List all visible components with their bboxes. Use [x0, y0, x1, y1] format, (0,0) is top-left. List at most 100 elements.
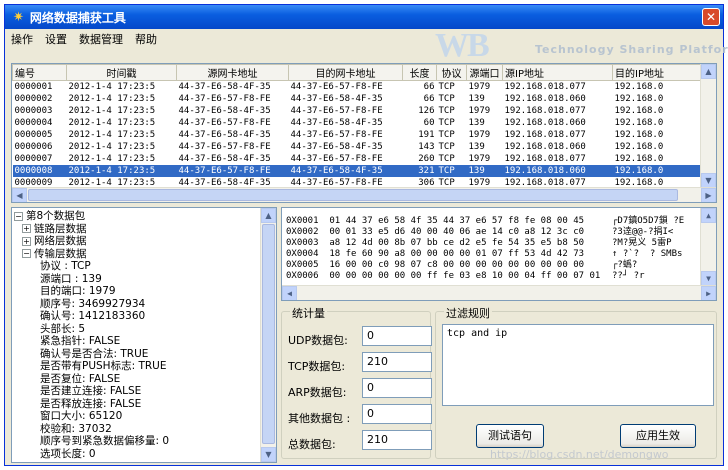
col-header-length[interactable]: 长度 — [402, 64, 437, 81]
table-row[interactable]: 0000003 2012-1-4 17:23:5 44-37-E6-58-4F-35… — [13, 105, 703, 117]
table-row[interactable]: 0000004 2012-1-4 17:23:5 44-37-E6-57-F8-FE… — [13, 117, 703, 129]
col-header-src-port[interactable]: 源端口 — [466, 64, 503, 81]
tree-node[interactable]: 是否释放连接: FALSE — [40, 398, 141, 411]
menu-help[interactable]: 帮助 — [135, 31, 157, 47]
apply-button[interactable]: 应用生效 — [620, 424, 696, 448]
tcp-count-field: 210 — [362, 352, 432, 372]
menu-operate[interactable]: 操作 — [11, 31, 33, 47]
scroll-right-arrow-icon[interactable]: ▶ — [701, 188, 716, 202]
tree-node-label: 源端口 : 139 — [40, 272, 102, 285]
tree-node[interactable]: 紧急指针: FALSE — [40, 335, 120, 348]
hex-offset: 0X0001 — [286, 216, 319, 226]
col-header-src-mac[interactable]: 源网卡地址 — [176, 64, 289, 81]
col-header-dst-mac[interactable]: 目的网卡地址 — [288, 64, 403, 81]
scroll-down-arrow-icon[interactable]: ▼ — [701, 173, 716, 188]
table-cell: TCP — [438, 153, 455, 164]
expand-icon[interactable]: + — [22, 224, 31, 233]
collapse-icon[interactable]: − — [14, 211, 23, 221]
hex-scroll-up-arrow-icon[interactable]: ▲ — [701, 208, 716, 223]
scroll-up-arrow-icon[interactable]: ▲ — [701, 64, 716, 79]
tree-node[interactable]: − 传输层数据 — [22, 248, 87, 261]
tree-node[interactable]: 确认号: 1412183360 — [40, 310, 145, 323]
tree-node[interactable]: 顺序号到紧急数据偏移量: 0 — [40, 435, 169, 448]
tree-node[interactable]: 源端口 : 139 — [40, 273, 102, 286]
menu-settings[interactable]: 设置 — [45, 31, 67, 47]
tree-node[interactable]: 窗口大小: 65120 — [40, 410, 122, 423]
tree-node[interactable]: + 链路层数据 — [22, 223, 87, 236]
table-cell: 192.168.018.060 — [504, 117, 586, 128]
tree-node[interactable]: 顺序号: 3469927934 — [40, 298, 145, 311]
col-header-id[interactable]: 编号 — [12, 64, 67, 81]
tree-scroll-up-arrow-icon[interactable]: ▲ — [261, 208, 276, 223]
col-header-dst-ip[interactable]: 目的IP地址 — [612, 64, 703, 81]
table-cell: 0000002 — [14, 93, 53, 104]
table-row[interactable]: 0000007 2012-1-4 17:23:5 44-37-E6-58-4F-35… — [13, 153, 703, 165]
table-cell: 1979 — [468, 105, 491, 116]
table-cell: 44-37-E6-57-F8-FE — [178, 141, 271, 152]
tree-node[interactable]: 是否复位: FALSE — [40, 373, 120, 386]
total-count-label: 总数据包: — [288, 438, 336, 451]
tree-node[interactable]: 是否带有PUSH标志: TRUE — [40, 360, 166, 373]
tree-node[interactable]: 头部长: 5 — [40, 323, 85, 336]
title-bar[interactable]: ✷ 网络数据捕获工具 ✕ — [5, 5, 723, 29]
table-vertical-scrollbar[interactable]: ▲ ▼ — [700, 64, 716, 188]
hex-scroll-down-arrow-icon[interactable]: ▼ — [701, 271, 716, 286]
table-horizontal-scrollbar[interactable]: ◀ ▶ — [12, 187, 716, 202]
hex-vertical-scrollbar[interactable]: ▲ ▼ — [700, 208, 716, 286]
table-row[interactable]: 0000001 2012-1-4 17:23:5 44-37-E6-58-4F-35… — [13, 81, 703, 93]
table-cell: 2012-1-4 17:23:5 — [68, 129, 156, 140]
filter-rule-input[interactable]: tcp and ip — [442, 324, 714, 406]
tree-node-label: 头部长: 5 — [40, 322, 86, 335]
table-cell: 0000001 — [14, 81, 53, 92]
test-statement-button[interactable]: 测试语句 — [476, 424, 544, 448]
col-header-timestamp[interactable]: 时间戳 — [66, 64, 177, 81]
tree-node-label: 顺序号: 3469927934 — [40, 297, 146, 310]
hex-scroll-left-arrow-icon[interactable]: ◀ — [282, 286, 297, 300]
tree-node-label: 传输层数据 — [34, 247, 87, 260]
table-cell: 192.168.018.077 — [504, 153, 586, 164]
scroll-left-arrow-icon[interactable]: ◀ — [12, 188, 27, 202]
table-cell: 44-37-E6-58-4F-35 — [290, 93, 383, 104]
tree-node-label: 网络层数据 — [34, 235, 87, 247]
tree-scroll-down-arrow-icon[interactable]: ▼ — [261, 447, 276, 462]
tree-node[interactable]: 选项长度: 0 — [40, 448, 96, 461]
table-row[interactable]: 0000002 2012-1-4 17:23:5 44-37-E6-57-F8-FE… — [13, 93, 703, 105]
tree-vertical-scrollbar[interactable]: ▲ ▼ — [260, 208, 276, 462]
tree-node[interactable]: 确认号是否合法: TRUE — [40, 348, 148, 361]
hex-bytes: 00 00 00 00 00 00 ff fe 03 e8 10 00 04 f… — [329, 271, 601, 281]
table-row[interactable]: 0000008 2012-1-4 17:23:5 44-37-E6-57-F8-FE… — [12, 164, 703, 177]
close-button[interactable]: ✕ — [702, 8, 720, 26]
table-cell: TCP — [438, 105, 455, 116]
table-cell: TCP — [438, 93, 455, 104]
footer-watermark: https://blog.csdn.net/demongwo — [490, 448, 669, 461]
stats-group: 统计量 UDP数据包: 0 TCP数据包: 210 ARP数据包: 0 其他数据… — [281, 305, 432, 459]
hex-scroll-right-arrow-icon[interactable]: ▶ — [701, 286, 716, 300]
horizontal-scroll-thumb[interactable] — [28, 189, 678, 201]
col-header-protocol[interactable]: 协议 — [436, 64, 467, 81]
col-header-src-ip[interactable]: 源IP地址 — [502, 64, 613, 81]
table-cell: 192.168.0 — [612, 164, 703, 177]
hex-horizontal-scrollbar[interactable]: ◀ ▶ — [282, 285, 716, 300]
table-row[interactable]: 0000006 2012-1-4 17:23:5 44-37-E6-57-F8-FE… — [13, 141, 703, 153]
table-cell: 44-37-E6-57-F8-FE — [290, 81, 383, 92]
tree-node[interactable]: 协议 : TCP — [40, 260, 91, 273]
collapse-icon[interactable]: − — [22, 249, 31, 258]
menu-data-management[interactable]: 数据管理 — [79, 31, 123, 47]
tree-node[interactable]: 是否建立连接: FALSE — [40, 385, 141, 398]
filter-group: 过滤规则 tcp and ip 测试语句 应用生效 — [435, 305, 717, 459]
tree-node[interactable]: − 第8个数据包 — [14, 210, 85, 223]
table-cell: 2012-1-4 17:23:5 — [68, 93, 156, 104]
table-cell: 1979 — [468, 81, 491, 92]
expand-icon[interactable]: + — [22, 236, 31, 246]
table-cell: 192.168.018.060 — [504, 93, 586, 104]
tree-scroll-thumb[interactable] — [262, 224, 275, 444]
arp-count-field: 0 — [362, 378, 432, 398]
table-row[interactable]: 0000005 2012-1-4 17:23:5 44-37-E6-58-4F-35… — [13, 129, 703, 141]
hex-row: 0X0001 01 44 37 e6 58 4f 35 44 37 e6 57 … — [286, 216, 584, 227]
window-title: 网络数据捕获工具 — [29, 10, 126, 25]
hex-ascii: ?3逹@@-?捐I< — [612, 227, 674, 237]
tree-node[interactable]: + 网络层数据 — [22, 235, 87, 248]
tree-node[interactable]: 目的端口: 1979 — [40, 285, 116, 298]
hex-row: 0X0003 a8 12 4d 00 8b 07 bb ce d2 e5 fe … — [286, 238, 584, 249]
tree-node[interactable]: 校验和: 37032 — [40, 423, 112, 436]
